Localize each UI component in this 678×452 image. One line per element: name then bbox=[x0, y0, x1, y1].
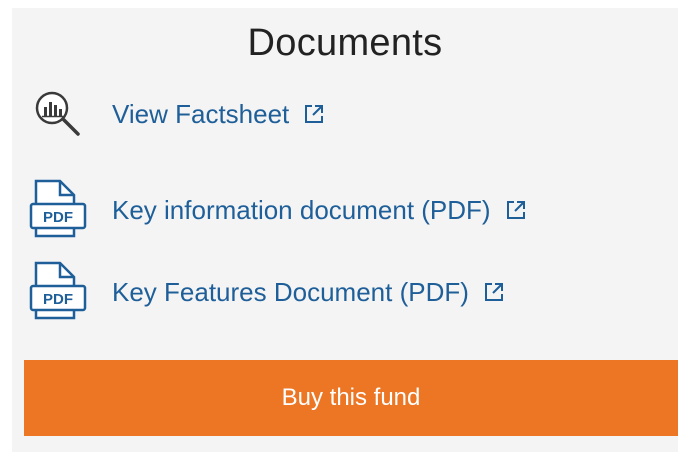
external-link-icon bbox=[303, 103, 325, 125]
factsheet-magnifier-icon bbox=[28, 82, 88, 146]
buy-this-fund-button[interactable]: Buy this fund bbox=[24, 360, 678, 436]
view-factsheet-label: View Factsheet bbox=[112, 98, 290, 129]
key-information-document-label: Key information document (PDF) bbox=[112, 194, 491, 225]
view-factsheet-link[interactable]: View Factsheet bbox=[28, 82, 325, 146]
external-link-icon bbox=[505, 199, 527, 221]
pdf-badge-text: PDF bbox=[43, 209, 73, 226]
external-link-icon bbox=[483, 281, 505, 303]
key-features-document-link[interactable]: PDF Key Features Document (PDF) bbox=[28, 260, 505, 324]
documents-panel: Documents View Factsheet PDF Key informa… bbox=[12, 8, 678, 452]
pdf-badge-text: PDF bbox=[43, 291, 73, 308]
key-information-document-link[interactable]: PDF Key information document (PDF) bbox=[28, 178, 527, 242]
pdf-file-icon: PDF bbox=[28, 260, 88, 324]
documents-title: Documents bbox=[247, 22, 443, 64]
pdf-file-icon: PDF bbox=[28, 178, 88, 242]
key-features-document-label: Key Features Document (PDF) bbox=[112, 276, 469, 307]
